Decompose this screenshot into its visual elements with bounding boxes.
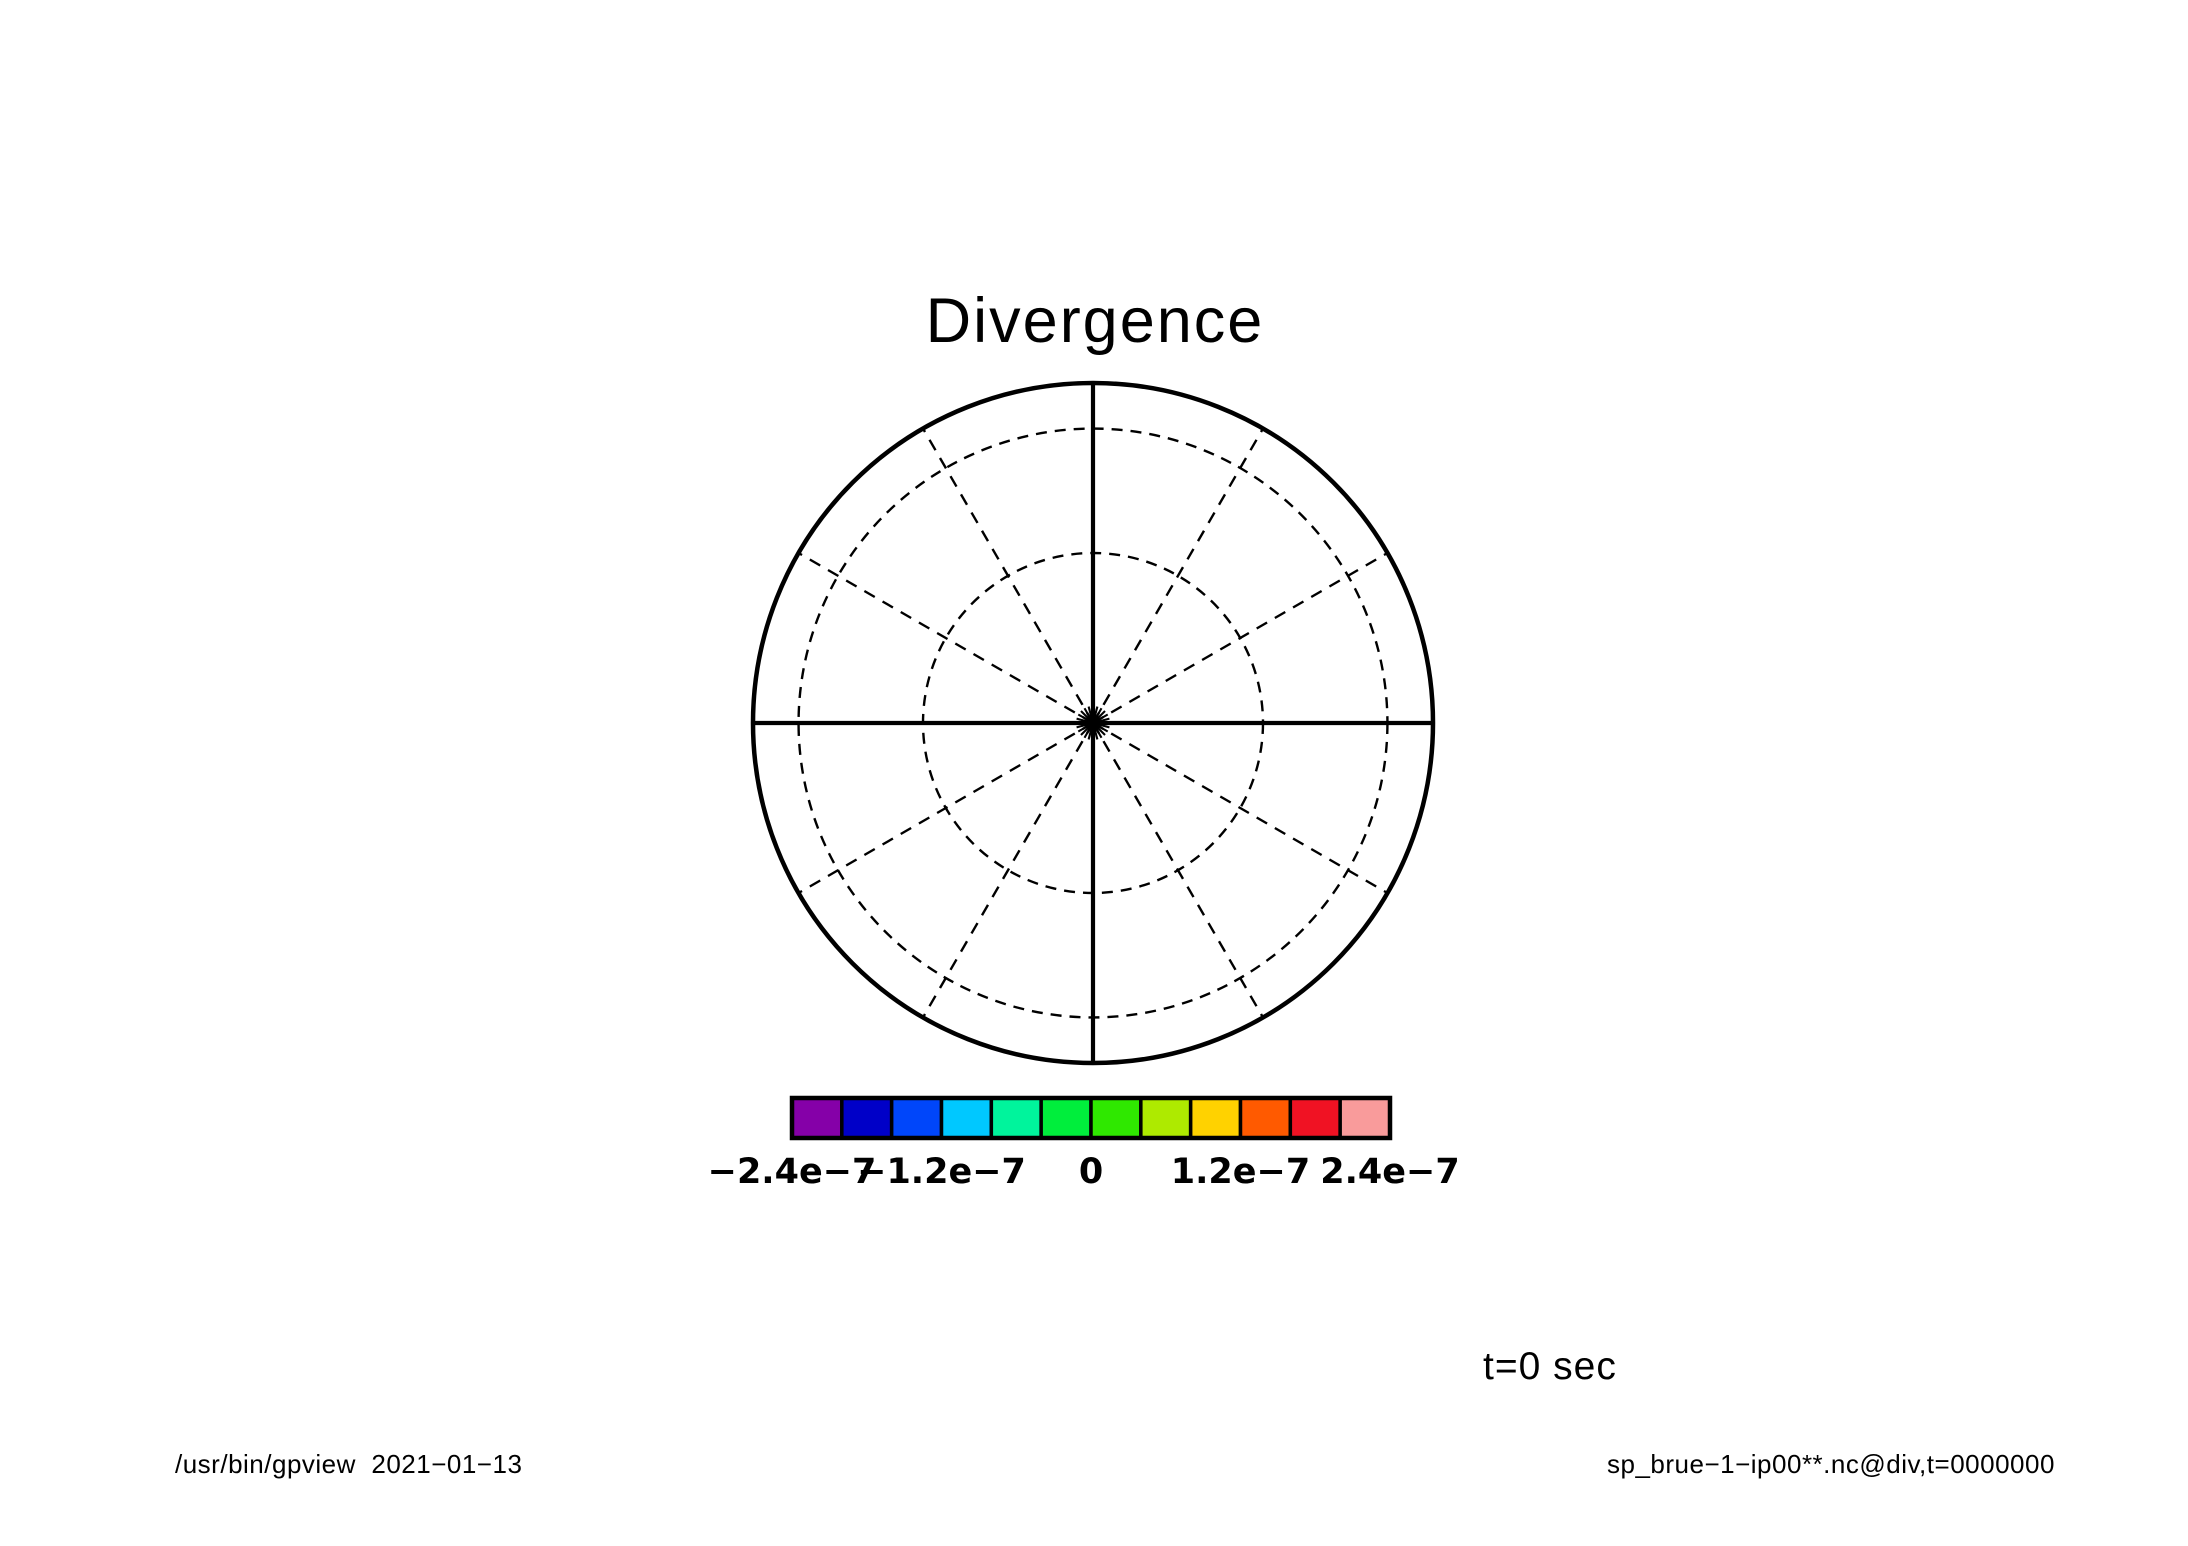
colorbar-cell bbox=[1191, 1098, 1241, 1138]
colorbar-cell bbox=[1241, 1098, 1291, 1138]
colorbar-cell bbox=[1290, 1098, 1340, 1138]
footer-filename: sp_brue−1−ip00**.nc@div,t=0000000 bbox=[1607, 1449, 2055, 1480]
meridian-ray bbox=[799, 553, 1093, 723]
colorbar-cell bbox=[792, 1098, 842, 1138]
time-annotation: t=0 sec bbox=[1483, 1345, 1617, 1389]
page: Divergence −2.4e−7−1.2e−701.2e−72.4e−7 t… bbox=[0, 0, 2188, 1546]
colorbar-tick-label: 0 bbox=[1079, 1152, 1103, 1192]
colorbar-cell bbox=[1141, 1098, 1191, 1138]
colorbar-cell bbox=[942, 1098, 992, 1138]
meridian-ray bbox=[1093, 723, 1387, 893]
colorbar-tick-label: −2.4e−7 bbox=[708, 1152, 877, 1192]
colorbar-cell bbox=[1340, 1098, 1390, 1138]
colorbar-cell bbox=[842, 1098, 892, 1138]
colorbar-tick-label: 2.4e−7 bbox=[1320, 1152, 1459, 1192]
colorbar-cell bbox=[991, 1098, 1041, 1138]
meridian-ray bbox=[1093, 553, 1387, 723]
colorbar-cell bbox=[892, 1098, 942, 1138]
polar-plot-svg: −2.4e−7−1.2e−7 0 1.2e−72.4e−7 bbox=[0, 0, 2188, 1546]
meridian-ray bbox=[1093, 723, 1263, 1017]
colorbar-tick-label: 1.2e−7 bbox=[1171, 1152, 1310, 1192]
colorbar-cell bbox=[1091, 1098, 1141, 1138]
meridian-ray bbox=[799, 723, 1093, 893]
colorbar-cell bbox=[1041, 1098, 1091, 1138]
meridian-ray bbox=[923, 723, 1093, 1017]
meridian-ray bbox=[1093, 429, 1263, 723]
colorbar-tick-label: −1.2e−7 bbox=[857, 1152, 1026, 1192]
meridian-ray bbox=[923, 429, 1093, 723]
footer-command-date: /usr/bin/gpview 2021−01−13 bbox=[175, 1449, 522, 1480]
